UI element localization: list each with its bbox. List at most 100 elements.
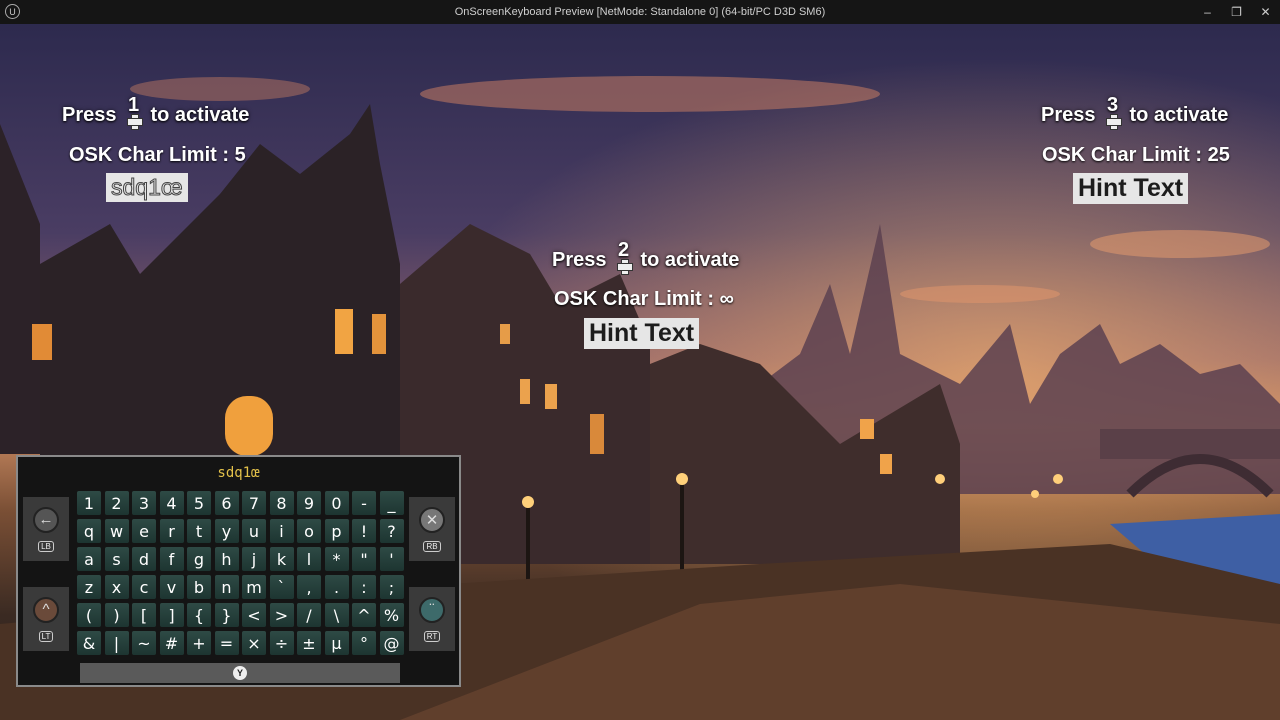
key[interactable]: 8 — [269, 491, 294, 515]
rb-label: RB — [423, 540, 441, 552]
key[interactable]: 2 — [104, 491, 129, 515]
key[interactable]: c — [132, 575, 156, 599]
key[interactable]: 1 — [77, 491, 101, 515]
key[interactable]: } — [214, 603, 239, 627]
key[interactable]: _ — [379, 491, 404, 515]
key[interactable]: 0 — [324, 491, 349, 515]
key[interactable]: q — [77, 519, 101, 543]
key[interactable]: s — [104, 547, 129, 571]
key[interactable]: 3 — [132, 491, 156, 515]
key[interactable]: ± — [297, 631, 321, 655]
lt-label: LT — [38, 630, 54, 642]
key[interactable]: ~ — [132, 631, 156, 655]
restore-button[interactable]: ❐ — [1222, 0, 1251, 24]
rt-accent-button[interactable]: ¨ RT — [409, 587, 455, 651]
key[interactable]: x — [104, 575, 129, 599]
key[interactable]: i — [269, 519, 294, 543]
key[interactable]: a — [77, 547, 101, 571]
key[interactable]: 6 — [214, 491, 239, 515]
key[interactable]: 5 — [187, 491, 211, 515]
text-field-2[interactable]: Hint Text — [584, 318, 700, 349]
key[interactable]: ) — [104, 603, 129, 627]
key[interactable]: ^ — [352, 603, 376, 627]
char-limit-2: OSK Char Limit : ∞ — [554, 288, 734, 310]
key[interactable]: p — [324, 519, 349, 543]
key[interactable]: { — [187, 603, 211, 627]
close-window-button[interactable]: ✕ — [1251, 0, 1280, 24]
char-limit-3: OSK Char Limit : 25 — [1042, 144, 1230, 166]
key[interactable]: µ — [324, 631, 349, 655]
key[interactable]: k — [269, 547, 294, 571]
key[interactable]: < — [242, 603, 266, 627]
key[interactable]: : — [352, 575, 376, 599]
dpad-key-3: 3 — [1101, 94, 1125, 130]
dpad-key-2: 2 — [612, 239, 636, 275]
key[interactable]: & — [77, 631, 101, 655]
key[interactable]: " — [352, 547, 376, 571]
minimize-button[interactable]: – — [1193, 0, 1222, 24]
key[interactable]: 7 — [242, 491, 266, 515]
activate-label: to activate — [150, 103, 250, 126]
y-button-icon: Y — [233, 666, 247, 680]
key[interactable]: l — [297, 547, 321, 571]
lt-shift-button[interactable]: ^ LT — [23, 587, 69, 651]
key[interactable]: , — [297, 575, 321, 599]
key-row: a s d f g h j k l * " ' — [77, 547, 407, 571]
text-field-3[interactable]: Hint Text — [1073, 173, 1189, 204]
key[interactable]: m — [242, 575, 266, 599]
dpad-icon — [126, 114, 143, 130]
press-label: Press — [552, 248, 607, 271]
key[interactable]: # — [159, 631, 184, 655]
unreal-logo-icon: U — [5, 4, 20, 19]
key[interactable]: j — [242, 547, 266, 571]
key[interactable]: / — [297, 603, 321, 627]
key[interactable]: \ — [324, 603, 349, 627]
key[interactable]: g — [187, 547, 211, 571]
rb-close-button[interactable]: ✕ RB — [409, 497, 455, 561]
key[interactable]: > — [269, 603, 294, 627]
key[interactable]: f — [159, 547, 184, 571]
key[interactable]: r — [159, 519, 184, 543]
key[interactable]: z — [77, 575, 101, 599]
key[interactable]: ÷ — [269, 631, 294, 655]
activate-label: to activate — [1129, 103, 1229, 126]
key[interactable]: e — [132, 519, 156, 543]
key[interactable]: 4 — [159, 491, 184, 515]
key[interactable]: t — [187, 519, 211, 543]
key[interactable]: % — [379, 603, 404, 627]
key[interactable]: ! — [352, 519, 376, 543]
key[interactable]: y — [214, 519, 239, 543]
key[interactable]: = — [214, 631, 239, 655]
key[interactable]: o — [297, 519, 321, 543]
dpad-icon — [1105, 114, 1122, 130]
key[interactable]: 9 — [297, 491, 321, 515]
key[interactable]: h — [214, 547, 239, 571]
window-titlebar: U OnScreenKeyboard Preview [NetMode: Sta… — [0, 0, 1280, 24]
key[interactable]: ` — [269, 575, 294, 599]
key[interactable]: ? — [379, 519, 404, 543]
dpad-icon — [616, 259, 633, 275]
key[interactable]: . — [324, 575, 349, 599]
key[interactable]: b — [187, 575, 211, 599]
key[interactable]: ; — [379, 575, 404, 599]
text-field-1[interactable]: sdq1œ — [106, 173, 188, 202]
key[interactable]: ( — [77, 603, 101, 627]
key-row: q w e r t y u i o p!? — [77, 519, 407, 543]
key[interactable]: v — [159, 575, 184, 599]
key[interactable]: × — [242, 631, 266, 655]
space-bar[interactable]: Y — [80, 663, 400, 683]
key[interactable]: + — [187, 631, 211, 655]
key[interactable]: | — [104, 631, 129, 655]
key[interactable]: ] — [159, 603, 184, 627]
key[interactable]: n — [214, 575, 239, 599]
key[interactable]: - — [352, 491, 376, 515]
lb-backspace-button[interactable]: ← LB — [23, 497, 69, 561]
key[interactable]: ° — [352, 631, 376, 655]
key[interactable]: @ — [379, 631, 404, 655]
key[interactable]: [ — [132, 603, 156, 627]
key[interactable]: w — [104, 519, 129, 543]
key[interactable]: ' — [379, 547, 404, 571]
key[interactable]: * — [324, 547, 349, 571]
key[interactable]: u — [242, 519, 266, 543]
key[interactable]: d — [132, 547, 156, 571]
